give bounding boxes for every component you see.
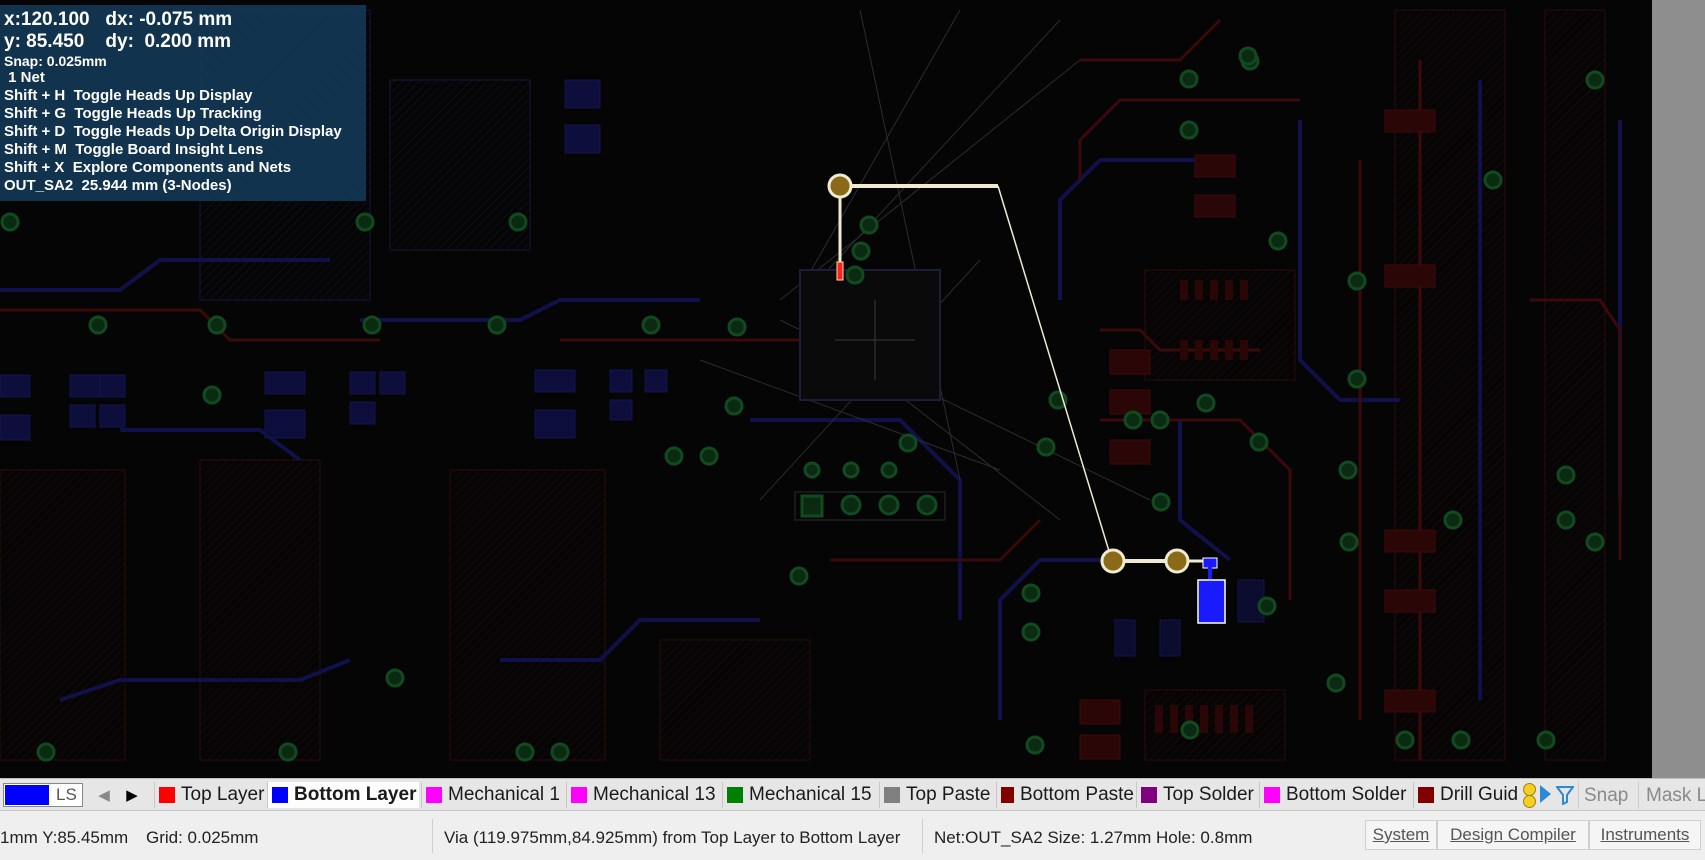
layer-color-swatch: [159, 787, 175, 803]
right-panel-edge: [1652, 0, 1705, 778]
instruments-label: Instruments: [1600, 825, 1690, 844]
pin-header: [794, 461, 946, 521]
play-arrow-icon[interactable]: [1540, 785, 1551, 803]
layer-color-swatch: [1264, 787, 1280, 803]
ls-label: LS: [56, 785, 77, 804]
layer-tab-label: Mechanical 1: [448, 784, 560, 805]
layer-tab-label: Drill Guid: [1440, 784, 1519, 805]
layer-tab-label: Mechanical 15: [749, 784, 872, 805]
tab-top-solder[interactable]: Top Solder: [1136, 782, 1257, 808]
status-net-info: Net:OUT_SA2 Size: 1.27mm Hole: 0.8mm: [934, 828, 1253, 847]
layer-color-swatch: [1141, 787, 1157, 803]
divider: [1638, 781, 1639, 809]
central-ic: [799, 269, 941, 401]
current-layer-color: [5, 785, 49, 805]
layer-tab-label: Top Solder: [1163, 784, 1254, 805]
hud-snap: Snap: 0.025mm: [4, 53, 107, 69]
layer-color-swatch: [571, 787, 587, 803]
layer-color-swatch: [884, 787, 900, 803]
divider: [1578, 781, 1579, 809]
layer-tab-label: Mechanical 13: [593, 784, 716, 805]
tab-drill-guide[interactable]: Drill Guid: [1413, 782, 1520, 808]
pcb-canvas[interactable]: x:120.100 dx: -0.075 mm y: 85.450 dy: 0.…: [0, 0, 1652, 778]
mask-level-button[interactable]: Mask L: [1646, 785, 1705, 807]
tab-bottom-solder[interactable]: Bottom Solder: [1259, 782, 1411, 808]
layer-tab-label: Bottom Layer: [294, 784, 417, 805]
scroll-right-arrow-icon[interactable]: ▶: [124, 785, 140, 805]
design-compiler-label: Design Compiler: [1450, 825, 1576, 844]
scroll-left-arrow-icon[interactable]: ◀: [96, 785, 112, 805]
tab-bottom-paste[interactable]: Bottom Paste: [996, 782, 1134, 808]
layer-color-swatch: [1418, 787, 1434, 803]
status-grid: Grid: 0.025mm: [146, 828, 259, 847]
hud-shortcut: Shift + M Toggle Board Insight Lens: [4, 141, 264, 158]
tab-top-layer[interactable]: Top Layer: [154, 782, 265, 808]
tab-mechanical-15[interactable]: Mechanical 15: [722, 782, 877, 808]
system-label: System: [1372, 825, 1430, 844]
heads-up-display: x:120.100 dx: -0.075 mm y: 85.450 dy: 0.…: [0, 5, 366, 201]
layer-tabs-bar: LS ◀ ▶ Top Layer Bottom Layer Mechanical…: [0, 778, 1705, 811]
layer-color-swatch: [1001, 787, 1014, 803]
system-panel-button[interactable]: System: [1365, 820, 1437, 850]
filter-icon[interactable]: [1555, 785, 1575, 806]
tab-mechanical-13[interactable]: Mechanical 13: [566, 782, 720, 808]
divider: [922, 819, 923, 853]
hud-shortcut: Shift + H Toggle Heads Up Display: [4, 87, 253, 104]
instruments-panel-button[interactable]: Instruments: [1589, 820, 1701, 850]
status-bar: 1mm Y:85.45mm Grid: 0.025mm Via (119.975…: [0, 810, 1705, 860]
tab-mechanical-1[interactable]: Mechanical 1: [421, 782, 564, 808]
hud-net-info: OUT_SA2 25.944 mm (3-Nodes): [4, 177, 232, 194]
hud-y-dy: y: 85.450 dy: 0.200 mm: [4, 31, 232, 52]
hud-net-count: 1 Net: [4, 69, 45, 86]
hud-x-dx: x:120.100 dx: -0.075 mm: [4, 9, 233, 30]
status-cursor-coords: 1mm Y:85.45mm: [0, 828, 129, 847]
status-via-info: Via (119.975mm,84.925mm) from Top Layer …: [444, 828, 901, 847]
current-layer-swatch[interactable]: LS: [3, 783, 83, 807]
layer-tab-label: Top Paste: [906, 784, 991, 805]
layer-color-swatch: [727, 787, 743, 803]
layer-tab-label: Bottom Paste: [1019, 784, 1134, 805]
layer-tab-label: Bottom Solder: [1286, 784, 1407, 805]
divider: [432, 819, 433, 853]
layer-color-swatch: [426, 787, 442, 803]
tab-bottom-layer[interactable]: Bottom Layer: [267, 782, 419, 808]
layer-set-icon[interactable]: [1522, 782, 1536, 808]
layer-tab-label: Top Layer: [181, 784, 265, 805]
hud-shortcut: Shift + D Toggle Heads Up Delta Origin D…: [4, 123, 342, 140]
snap-toggle-button[interactable]: Snap: [1584, 785, 1628, 807]
layer-color-swatch: [272, 787, 288, 803]
hud-shortcut: Shift + G Toggle Heads Up Tracking: [4, 105, 262, 122]
hud-shortcut: Shift + X Explore Components and Nets: [4, 159, 292, 176]
tab-top-paste[interactable]: Top Paste: [879, 782, 994, 808]
design-compiler-panel-button[interactable]: Design Compiler: [1437, 820, 1589, 850]
